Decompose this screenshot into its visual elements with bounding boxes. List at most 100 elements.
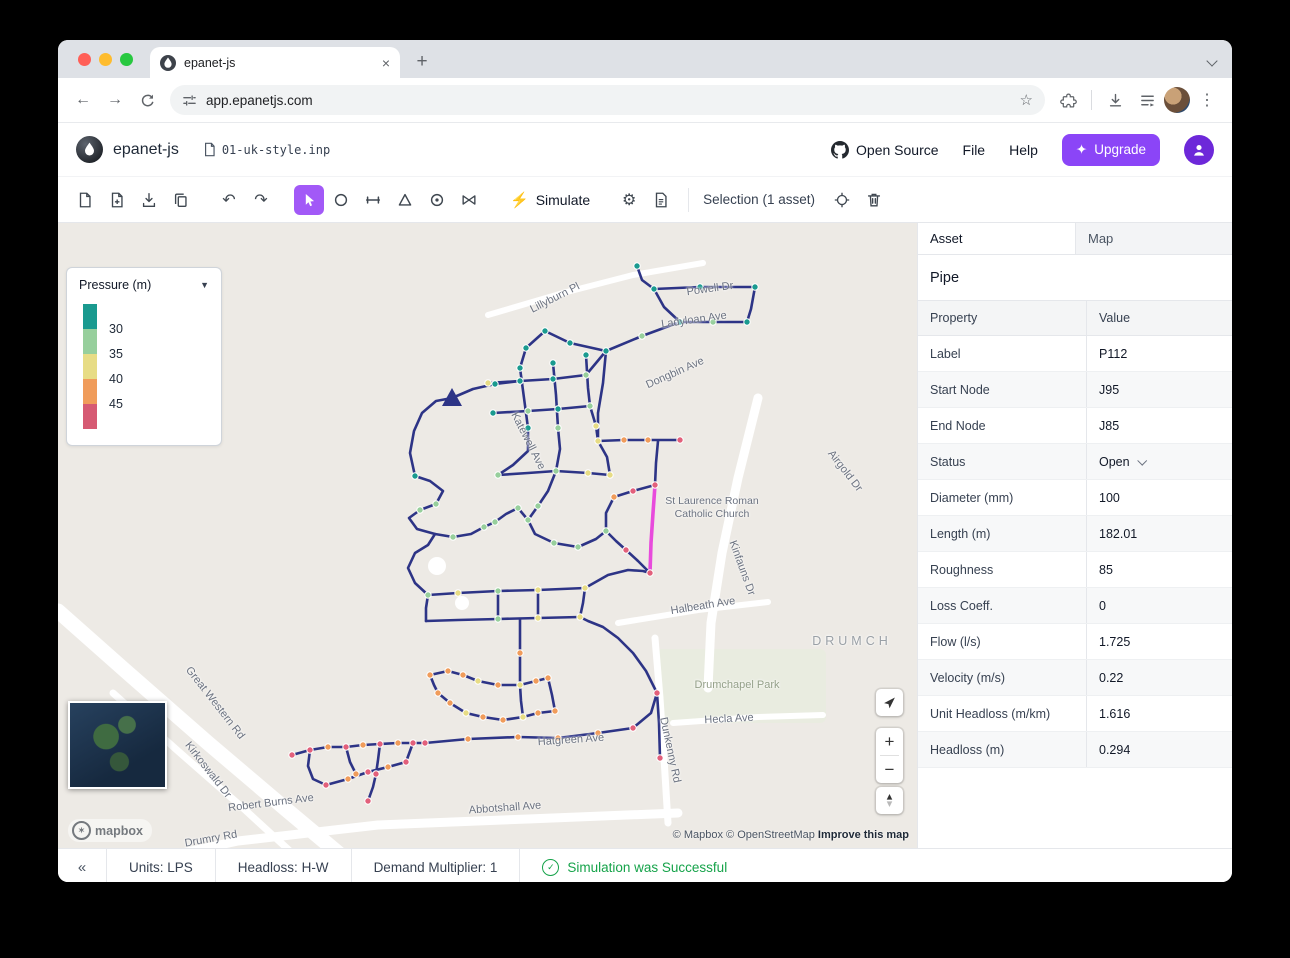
property-name: Status xyxy=(918,444,1087,479)
mapbox-logo[interactable]: ✶ mapbox xyxy=(68,819,152,842)
property-value[interactable]: 0.294 xyxy=(1087,732,1232,767)
browser-window: epanet-js × + ← → app.epanetjs.com ☆ ⋮ xyxy=(58,40,1232,882)
headloss-status[interactable]: Headloss: H-W xyxy=(216,849,352,882)
delete-selection-button[interactable] xyxy=(859,185,889,215)
new-file-button[interactable] xyxy=(70,185,100,215)
property-name: Label xyxy=(918,336,1087,371)
property-value[interactable]: 0.22 xyxy=(1087,660,1232,695)
tab-map[interactable]: Map xyxy=(1075,223,1232,254)
table-row[interactable]: Roughness85 xyxy=(918,552,1232,588)
improve-map-link[interactable]: Improve this map xyxy=(818,829,909,841)
property-value[interactable]: J85 xyxy=(1087,408,1232,443)
selection-status: Selection (1 asset) xyxy=(703,192,815,207)
tank-tool-button[interactable] xyxy=(422,185,452,215)
table-row[interactable]: Diameter (mm)100 xyxy=(918,480,1232,516)
junction-tool-button[interactable] xyxy=(326,185,356,215)
tab-favicon-icon xyxy=(160,55,176,71)
collapse-statusbar-button[interactable]: « xyxy=(58,849,107,882)
chevron-down-icon xyxy=(1137,456,1147,466)
browser-tab[interactable]: epanet-js × xyxy=(150,47,400,78)
upgrade-button[interactable]: ✦ Upgrade xyxy=(1062,134,1160,166)
select-tool-button[interactable] xyxy=(294,185,324,215)
table-row[interactable]: Start NodeJ95 xyxy=(918,372,1232,408)
close-window-button[interactable] xyxy=(78,53,91,66)
table-row[interactable]: Length (m)182.01 xyxy=(918,516,1232,552)
reload-icon[interactable] xyxy=(132,85,162,115)
valve-tool-button[interactable] xyxy=(454,185,484,215)
zoom-in-button[interactable]: + xyxy=(876,728,903,755)
divider xyxy=(688,188,689,212)
property-name: Roughness xyxy=(918,552,1087,587)
attribution-osm[interactable]: © OpenStreetMap xyxy=(726,829,815,841)
tab-asset[interactable]: Asset xyxy=(918,223,1075,254)
units-status[interactable]: Units: LPS xyxy=(107,849,216,882)
save-export-button[interactable] xyxy=(134,185,164,215)
account-avatar[interactable] xyxy=(1184,135,1214,165)
simulation-status[interactable]: ✓ Simulation was Successful xyxy=(520,849,749,882)
reservoir-tool-button[interactable] xyxy=(390,185,420,215)
site-settings-icon[interactable] xyxy=(182,93,197,108)
status-bar: « Units: LPS Headloss: H-W Demand Multip… xyxy=(58,848,1232,882)
tab-close-icon[interactable]: × xyxy=(382,55,390,71)
table-row[interactable]: Headloss (m)0.294 xyxy=(918,732,1232,768)
property-value[interactable]: 1.616 xyxy=(1087,696,1232,731)
address-bar[interactable]: app.epanetjs.com ☆ xyxy=(170,85,1045,115)
property-value[interactable]: P112 xyxy=(1087,336,1232,371)
table-row[interactable]: Unit Headloss (m/km)1.616 xyxy=(918,696,1232,732)
report-button[interactable] xyxy=(646,185,676,215)
reading-list-icon[interactable] xyxy=(1132,85,1162,115)
compass-icon[interactable] xyxy=(876,787,903,814)
file-name-chip[interactable]: 01-uk-style.inp xyxy=(203,142,330,157)
minimize-window-button[interactable] xyxy=(99,53,112,66)
lightning-icon: ⚡ xyxy=(510,191,529,209)
zoom-out-button[interactable]: − xyxy=(876,756,903,783)
attribution-mapbox[interactable]: © Mapbox xyxy=(673,829,723,841)
extensions-icon[interactable] xyxy=(1053,85,1083,115)
undo-button[interactable]: ↶ xyxy=(214,185,244,215)
property-value[interactable]: 1.725 xyxy=(1087,624,1232,659)
property-value[interactable]: 100 xyxy=(1087,480,1232,515)
geolocate-icon[interactable] xyxy=(876,689,903,716)
settings-gear-icon[interactable]: ⚙ xyxy=(614,185,644,215)
demand-multiplier-status[interactable]: Demand Multiplier: 1 xyxy=(352,849,521,882)
table-row[interactable]: LabelP112 xyxy=(918,336,1232,372)
column-value: Value xyxy=(1087,301,1232,335)
pipe-tool-button[interactable] xyxy=(358,185,388,215)
legend-swatch xyxy=(83,354,97,379)
legend-dropdown-icon[interactable]: ▼ xyxy=(200,280,209,290)
downloads-icon[interactable] xyxy=(1100,85,1130,115)
zoom-to-selection-icon[interactable] xyxy=(827,185,857,215)
back-icon[interactable]: ← xyxy=(68,85,98,115)
open-file-button[interactable] xyxy=(102,185,132,215)
browser-profile-avatar[interactable] xyxy=(1164,87,1190,113)
table-row[interactable]: Velocity (m/s)0.22 xyxy=(918,660,1232,696)
new-tab-button[interactable]: + xyxy=(408,48,436,76)
maximize-window-button[interactable] xyxy=(120,53,133,66)
table-row[interactable]: Flow (l/s)1.725 xyxy=(918,624,1232,660)
property-value[interactable]: Open xyxy=(1087,444,1232,479)
property-value[interactable]: 85 xyxy=(1087,552,1232,587)
app-logo-icon xyxy=(76,136,103,163)
map-canvas[interactable]: Lillyburn PlPowell DrLadyloan AveDongbin… xyxy=(58,223,917,848)
simulate-button[interactable]: ⚡ Simulate xyxy=(500,185,600,215)
property-value[interactable]: J95 xyxy=(1087,372,1232,407)
table-row[interactable]: End NodeJ85 xyxy=(918,408,1232,444)
bookmark-star-icon[interactable]: ☆ xyxy=(1020,91,1033,109)
forward-icon[interactable]: → xyxy=(100,85,130,115)
geolocate-control[interactable] xyxy=(876,689,903,716)
property-value[interactable]: 0 xyxy=(1087,588,1232,623)
copy-button[interactable] xyxy=(166,185,196,215)
mini-map[interactable] xyxy=(68,701,167,789)
table-row[interactable]: Loss Coeff.0 xyxy=(918,588,1232,624)
browser-menu-icon[interactable]: ⋮ xyxy=(1192,85,1222,115)
help-menu[interactable]: Help xyxy=(1009,142,1038,158)
file-menu[interactable]: File xyxy=(963,142,986,158)
tab-search-icon[interactable] xyxy=(1208,52,1216,70)
open-source-link[interactable]: Open Source xyxy=(831,141,939,159)
property-value[interactable]: 182.01 xyxy=(1087,516,1232,551)
table-row[interactable]: StatusOpen xyxy=(918,444,1232,480)
redo-button[interactable]: ↷ xyxy=(246,185,276,215)
browser-address-bar: ← → app.epanetjs.com ☆ ⋮ xyxy=(58,78,1232,123)
compass-control[interactable] xyxy=(876,787,903,814)
zoom-control: + − xyxy=(876,728,903,783)
